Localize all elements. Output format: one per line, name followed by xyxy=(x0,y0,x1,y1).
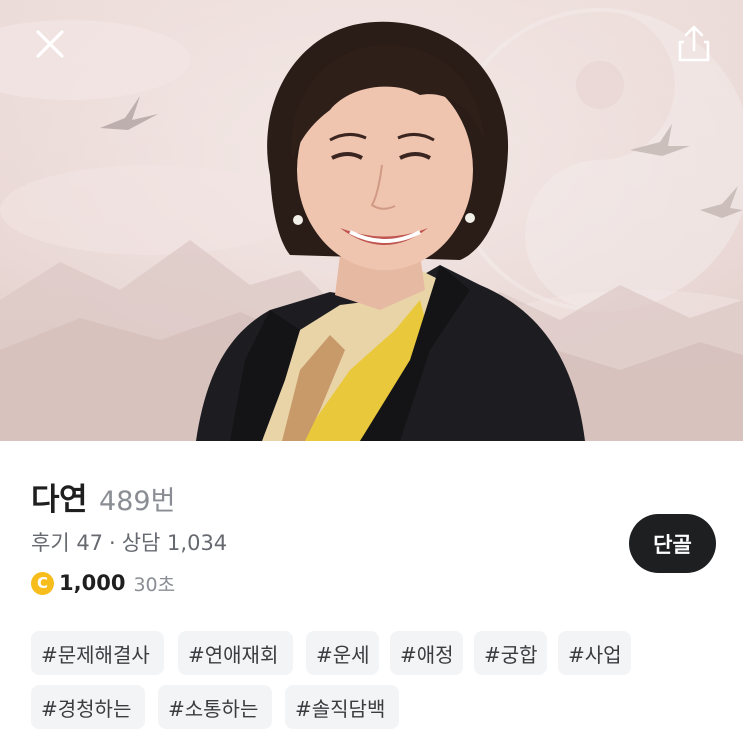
favorite-button[interactable]: 단골 xyxy=(629,514,716,573)
price-duration: 30초 xyxy=(133,573,176,596)
profile-photo-illustration xyxy=(0,0,743,441)
tag-chip[interactable]: #사업 xyxy=(558,631,631,675)
tag-chip[interactable]: #경청하는 xyxy=(31,685,145,729)
profile-photo xyxy=(0,0,743,441)
profile-name-row: 다연 489번 xyxy=(31,474,175,518)
tag-chip[interactable]: #소통하는 xyxy=(158,685,272,729)
tag-chip[interactable]: #애정 xyxy=(390,631,463,675)
tag-chip[interactable]: #솔직담백 xyxy=(285,685,399,729)
tag-chip[interactable]: #문제해결사 xyxy=(31,631,164,675)
price-value: 1,000 xyxy=(59,571,126,595)
profile-stats: 후기 47 · 상담 1,034 xyxy=(31,527,227,557)
counselor-number: 489번 xyxy=(99,486,176,517)
coin-icon: C xyxy=(31,571,54,595)
price-row: C 1,000 30초 xyxy=(31,567,175,599)
consultation-count: 상담 1,034 xyxy=(121,531,228,555)
share-button[interactable] xyxy=(672,22,716,66)
close-icon xyxy=(36,30,64,58)
share-icon xyxy=(678,25,710,62)
tag-chip[interactable]: #궁합 xyxy=(474,631,547,675)
counselor-profile-page: 다연 489번 후기 47 · 상담 1,034 C 1,000 30초 단골 #문… xyxy=(0,0,743,743)
counselor-name: 다연 xyxy=(31,482,88,518)
tag-chip[interactable]: #연애재회 xyxy=(178,631,293,675)
close-button[interactable] xyxy=(30,24,70,64)
review-count: 후기 47 xyxy=(31,531,104,555)
tag-chip[interactable]: #운세 xyxy=(306,631,379,675)
stats-separator: · xyxy=(109,531,116,555)
